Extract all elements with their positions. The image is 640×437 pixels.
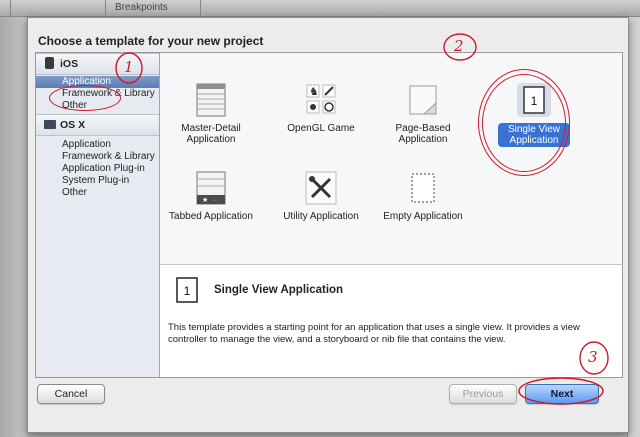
annotation-overlay	[115, 33, 609, 405]
annotation-number-1: 1	[124, 58, 134, 76]
annotation-number-2: 2	[454, 37, 464, 55]
annotation-number-3: 3	[588, 348, 598, 366]
